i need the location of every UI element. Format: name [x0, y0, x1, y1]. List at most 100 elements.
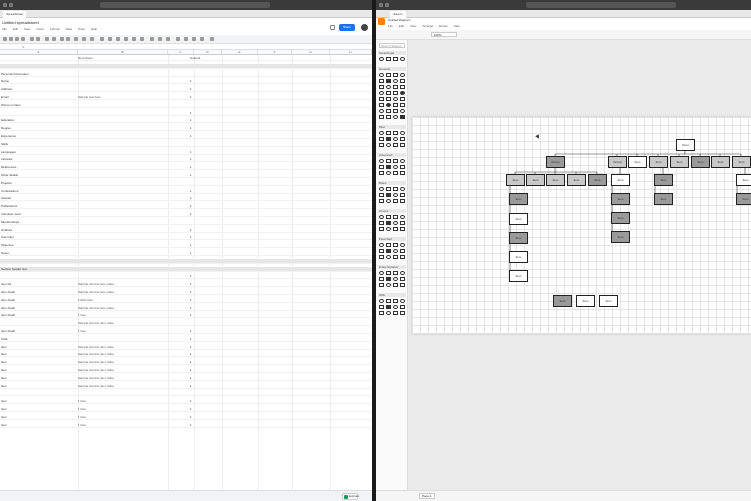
shape-thumbnail-icon[interactable]: [386, 299, 391, 303]
cell-b[interactable]: 1 item: [78, 313, 86, 318]
diagram-node[interactable]: Item: [711, 156, 730, 168]
cell-b[interactable]: Sample text here: [78, 95, 101, 100]
column-header[interactable]: B: [78, 50, 168, 55]
toolbar-button-icon[interactable]: [166, 37, 170, 41]
shape-thumbnail-icon[interactable]: [400, 57, 405, 61]
cell-a[interactable]: Name: [1, 79, 9, 84]
cell-d[interactable]: 1: [190, 313, 192, 318]
table-row[interactable]: Item Sample text line item value 1: [0, 345, 372, 350]
column-header[interactable]: E: [222, 50, 258, 55]
shape-thumbnail-icon[interactable]: [386, 215, 391, 219]
menu-data[interactable]: Data: [66, 27, 72, 31]
table-row[interactable]: Languages 1: [0, 150, 372, 155]
cell-d[interactable]: 1: [190, 79, 192, 84]
menu-view[interactable]: View: [24, 27, 30, 31]
back-icon[interactable]: [3, 3, 7, 7]
cell-a[interactable]: Item: [1, 399, 7, 404]
shape-thumbnail-icon[interactable]: [400, 79, 405, 83]
toolbar-button-icon[interactable]: [52, 37, 56, 41]
toolbar-button-icon[interactable]: [9, 37, 13, 41]
table-row[interactable]: Item detail Sample text line item value 1: [0, 306, 372, 311]
table-row[interactable]: Email Sample text here 1: [0, 95, 372, 100]
cell-a[interactable]: Address: [1, 87, 12, 92]
cell-a[interactable]: Projects: [1, 181, 12, 186]
cell-a[interactable]: Email: [1, 95, 9, 100]
back-icon[interactable]: [379, 3, 383, 7]
column-header[interactable]: A: [0, 50, 78, 55]
cell-b[interactable]: Sample text line item value: [78, 384, 114, 389]
shape-thumbnail-icon[interactable]: [386, 143, 391, 147]
dio-menu-help[interactable]: Help: [454, 24, 460, 28]
shape-thumbnail-icon[interactable]: [400, 249, 405, 253]
shape-thumbnail-icon[interactable]: [393, 255, 398, 259]
shape-thumbnail-icon[interactable]: [393, 131, 398, 135]
shape-thumbnail-icon[interactable]: [386, 171, 391, 175]
toolbar-button-icon[interactable]: [210, 37, 214, 41]
shape-thumbnail-icon[interactable]: [393, 243, 398, 247]
shape-thumbnail-icon[interactable]: [400, 143, 405, 147]
cell-grid[interactable]: A B C D E F G H Description Amount Personal Inform…: [0, 50, 372, 490]
cell-a[interactable]: Item detail: [1, 306, 15, 311]
menu-format[interactable]: Format: [50, 27, 60, 31]
diagram-node[interactable]: Item: [611, 193, 630, 205]
table-row[interactable]: Degree 1: [0, 126, 372, 132]
shape-thumbnail-icon[interactable]: [386, 137, 391, 141]
toolbar-button-icon[interactable]: [124, 37, 128, 41]
shape-thumbnail-icon[interactable]: [400, 73, 405, 77]
cell-b[interactable]: Sample text line item value: [78, 345, 114, 350]
dio-menu-file[interactable]: File: [388, 24, 393, 28]
cell-a[interactable]: References: [1, 165, 16, 170]
diagram-node[interactable]: Item: [576, 295, 595, 307]
shape-thumbnail-icon[interactable]: [393, 103, 398, 107]
shape-thumbnail-icon[interactable]: [393, 159, 398, 163]
cell-a[interactable]: Item: [1, 415, 7, 420]
shape-thumbnail-icon[interactable]: [386, 249, 391, 253]
diagram-node[interactable]: Item: [691, 156, 710, 168]
diagram-node[interactable]: Item: [509, 193, 528, 205]
shape-thumbnail-icon[interactable]: [379, 215, 384, 219]
cell-d[interactable]: 1: [190, 251, 192, 256]
table-row[interactable]: Awards 1: [0, 196, 372, 202]
shape-thumbnail-icon[interactable]: [393, 73, 398, 77]
shape-thumbnail-icon[interactable]: [393, 221, 398, 225]
shape-thumbnail-icon[interactable]: [400, 131, 405, 135]
address-bar[interactable]: [526, 2, 676, 8]
diagram-node[interactable]: Item: [654, 193, 673, 205]
cell-b[interactable]: Sample text line item value: [78, 306, 114, 311]
shape-thumbnail-icon[interactable]: [400, 165, 405, 169]
cell-d[interactable]: 1: [190, 274, 192, 279]
shape-thumbnail-icon[interactable]: [400, 227, 405, 231]
shape-thumbnail-icon[interactable]: [386, 159, 391, 163]
cell-b[interactable]: Sample text line item value: [78, 360, 114, 365]
toolbar-button-icon[interactable]: [3, 37, 7, 41]
document-title[interactable]: Untitled spreadsheet: [2, 20, 39, 25]
toolbar-button-icon[interactable]: [116, 37, 120, 41]
forward-icon[interactable]: [9, 3, 13, 7]
toolbar-button-icon[interactable]: [66, 37, 70, 41]
shape-thumbnail-icon[interactable]: [386, 91, 391, 95]
table-row[interactable]: Item detail Sample text line item value 1: [0, 290, 372, 295]
table-row[interactable]: Name 1: [0, 79, 372, 85]
shape-thumbnail-icon[interactable]: [393, 277, 398, 281]
shape-thumbnail-icon[interactable]: [400, 85, 405, 89]
shape-thumbnail-icon[interactable]: [393, 109, 398, 113]
toolbar-button-icon[interactable]: [108, 37, 112, 41]
forward-icon[interactable]: [385, 3, 389, 7]
shape-thumbnail-icon[interactable]: [400, 311, 405, 315]
shape-section-header[interactable]: Scratchpad: [378, 51, 406, 55]
shape-thumbnail-icon[interactable]: [400, 243, 405, 247]
cell-a[interactable]: Other details: [1, 173, 18, 178]
cell-d[interactable]: 1: [190, 165, 192, 170]
shape-thumbnail-icon[interactable]: [379, 193, 384, 197]
diagram-node[interactable]: Group: [546, 156, 565, 168]
cell-a[interactable]: Skills: [1, 142, 8, 147]
shape-thumbnail-icon[interactable]: [400, 109, 405, 113]
shape-thumbnail-icon[interactable]: [379, 283, 384, 287]
shape-thumbnail-icon[interactable]: [400, 299, 405, 303]
shape-thumbnail-icon[interactable]: [386, 73, 391, 77]
shape-thumbnail-icon[interactable]: [393, 57, 398, 61]
cell-a[interactable]: Awards: [1, 196, 11, 201]
shape-thumbnail-icon[interactable]: [386, 277, 391, 281]
cell-d[interactable]: 1: [190, 360, 192, 365]
toolbar-button-icon[interactable]: [132, 37, 136, 41]
